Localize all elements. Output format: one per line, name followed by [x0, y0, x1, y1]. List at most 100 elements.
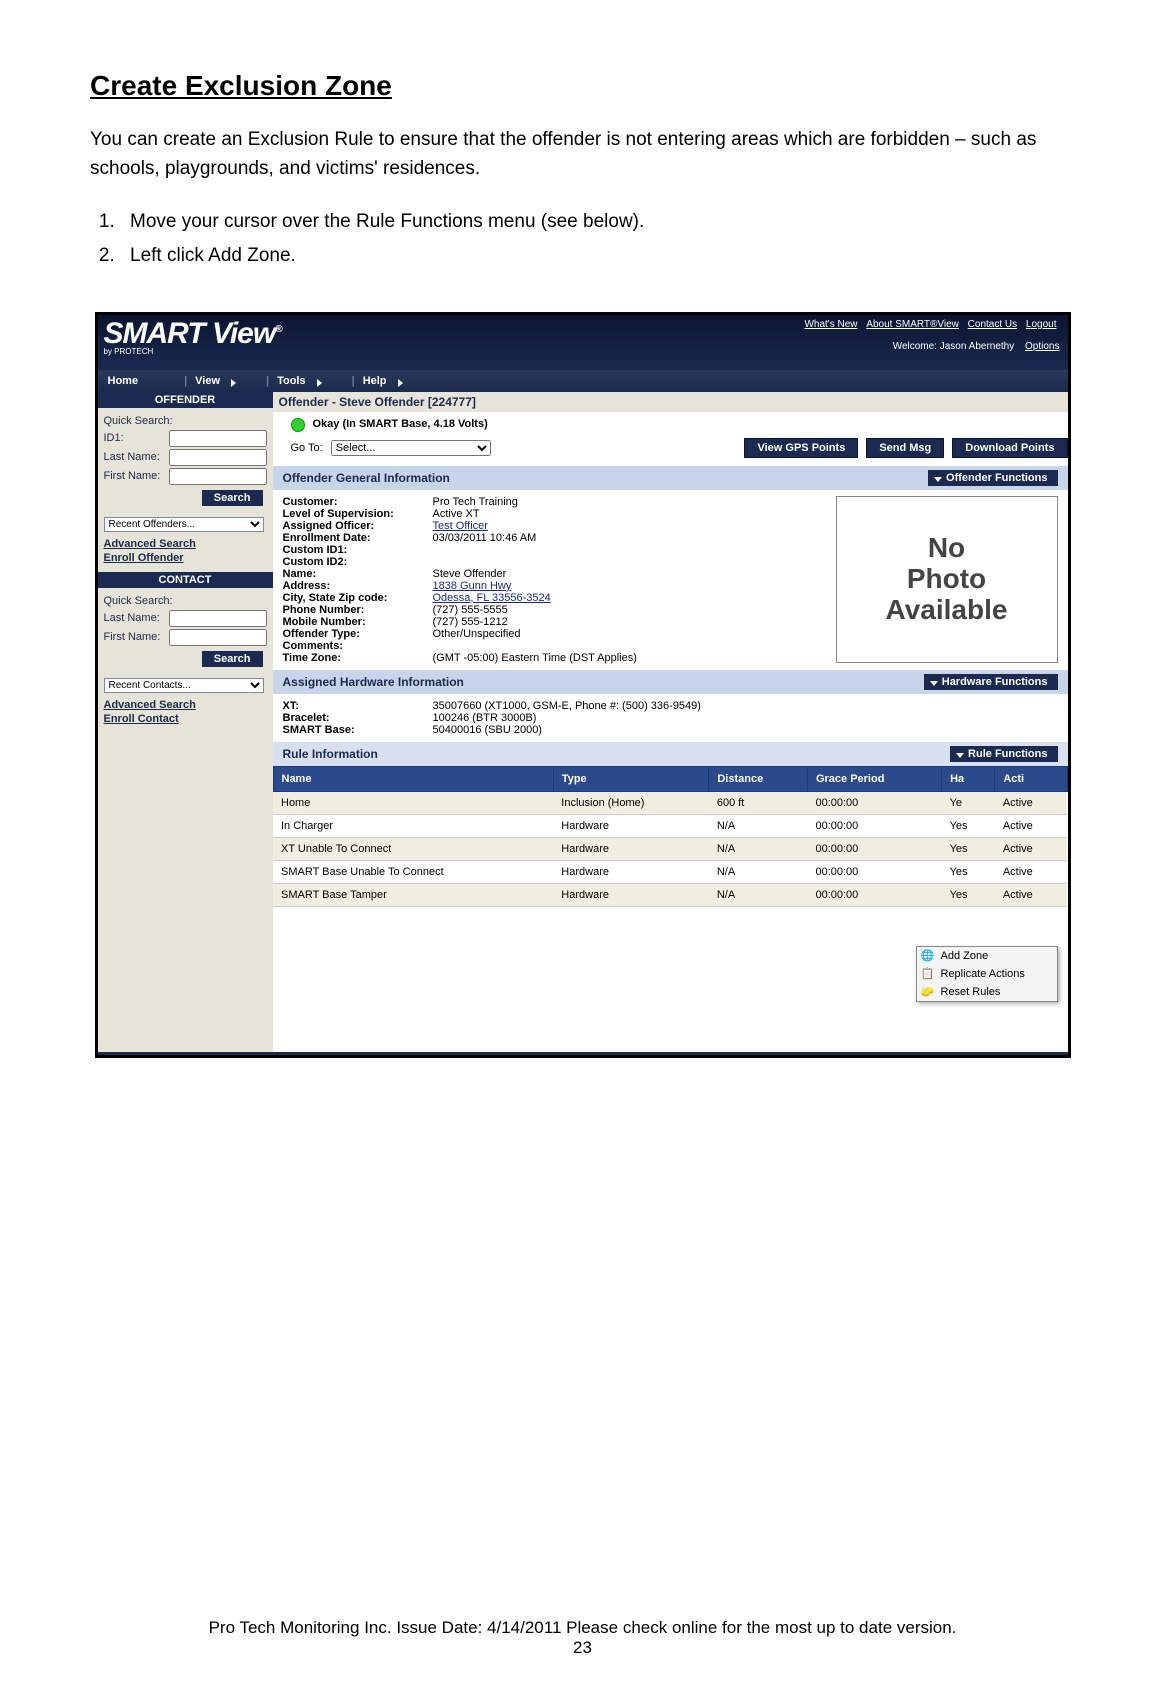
menu-help[interactable]: Help — [363, 375, 403, 387]
info-label: Comments: — [283, 640, 433, 652]
about-link[interactable]: About SMART®View — [866, 319, 959, 330]
step-2: Left click Add Zone. — [120, 241, 1075, 271]
info-link[interactable]: 1838 Gunn Hwy — [433, 580, 512, 592]
hw-row: XT:35007660 (XT1000, GSM-E, Phone #: (50… — [283, 700, 1058, 712]
info-value: Odessa, FL 33556-3524 — [433, 592, 653, 604]
info-label: Offender Type: — [283, 628, 433, 640]
col-type: Type — [553, 766, 709, 791]
goto-select[interactable]: Select... — [331, 440, 491, 456]
menu-reset-rules[interactable]: 🧽Reset Rules — [917, 983, 1057, 1001]
col-name: Name — [273, 766, 553, 791]
info-link[interactable]: Test Officer — [433, 520, 488, 532]
hw-row: SMART Base:50400016 (SBU 2000) — [283, 724, 1058, 736]
info-value — [433, 544, 653, 556]
table-row[interactable]: XT Unable To ConnectHardwareN/A00:00:00Y… — [273, 837, 1067, 860]
id1-input[interactable] — [169, 430, 267, 447]
recent-offenders-select[interactable]: Recent Offenders... — [104, 517, 264, 532]
contact-firstname-input[interactable] — [169, 629, 267, 646]
table-row[interactable]: HomeInclusion (Home)600 ft00:00:00YeActi… — [273, 791, 1067, 814]
col-hard: Ha — [942, 766, 995, 791]
menu-view[interactable]: View — [195, 375, 236, 387]
info-value: Test Officer — [433, 520, 653, 532]
offender-functions-button[interactable]: Offender Functions — [928, 470, 1057, 486]
advanced-search-link[interactable]: Advanced Search — [104, 538, 267, 550]
sidebar-contact-header: CONTACT — [98, 572, 273, 588]
step-1: Move your cursor over the Rule Functions… — [120, 207, 1075, 237]
intro-text: You can create an Exclusion Rule to ensu… — [90, 126, 1075, 183]
sidebar: OFFENDER Quick Search: ID1: Last Name: F… — [98, 392, 273, 1052]
photo-placeholder: No Photo Available — [836, 496, 1058, 663]
section-hardware: Assigned Hardware Information Hardware F… — [273, 670, 1068, 694]
app-logo: SMART View® by PROTECH — [104, 317, 282, 356]
goto-label: Go To: — [291, 442, 323, 454]
screenshot-frame: SMART View® by PROTECH What's New About … — [95, 312, 1071, 1058]
hardware-functions-button[interactable]: Hardware Functions — [924, 674, 1058, 690]
recent-contacts-select[interactable]: Recent Contacts... — [104, 678, 264, 693]
rules-table: Name Type Distance Grace Period Ha Acti … — [273, 766, 1068, 907]
info-label: Assigned Officer: — [283, 520, 433, 532]
main-pane: Offender - Steve Offender [224777] Okay … — [273, 392, 1068, 1052]
info-label: Time Zone: — [283, 652, 433, 664]
table-row[interactable]: SMART Base Unable To ConnectHardwareN/A0… — [273, 860, 1067, 883]
menu-bar: Home| View| Tools| Help — [98, 370, 1068, 392]
info-value: Steve Offender — [433, 568, 653, 580]
col-distance: Distance — [709, 766, 808, 791]
table-row[interactable]: SMART Base TamperHardwareN/A00:00:00YesA… — [273, 883, 1067, 906]
logout-link[interactable]: Logout — [1026, 319, 1057, 330]
info-label: Custom ID1: — [283, 544, 433, 556]
offender-search-button[interactable]: Search — [202, 490, 263, 506]
welcome-text: Welcome: Jason Abernethy Options — [893, 341, 1060, 352]
info-label: Customer: — [283, 496, 433, 508]
menu-add-zone[interactable]: 🌐Add Zone — [917, 947, 1057, 965]
view-gps-button[interactable]: View GPS Points — [744, 438, 858, 458]
info-value: 1838 Gunn Hwy — [433, 580, 653, 592]
info-value: Other/Unspecified — [433, 628, 653, 640]
section-rules: Rule Information Rule Functions — [273, 742, 1068, 766]
page-footer: Pro Tech Monitoring Inc. Issue Date: 4/1… — [90, 1618, 1075, 1658]
steps-list: Move your cursor over the Rule Functions… — [120, 207, 1075, 272]
app-banner: SMART View® by PROTECH What's New About … — [98, 315, 1068, 370]
options-link[interactable]: Options — [1025, 341, 1059, 352]
info-label: Level of Supervision: — [283, 508, 433, 520]
table-row[interactable]: In ChargerHardwareN/A00:00:00YesActive — [273, 814, 1067, 837]
rule-functions-menu: 🌐Add Zone 📋Replicate Actions 🧽Reset Rule… — [916, 946, 1058, 1002]
info-label: City, State Zip code: — [283, 592, 433, 604]
replicate-icon: 📋 — [921, 967, 935, 981]
globe-plus-icon: 🌐 — [921, 949, 935, 963]
info-label: Phone Number: — [283, 604, 433, 616]
info-link[interactable]: Odessa, FL 33556-3524 — [433, 592, 551, 604]
col-grace: Grace Period — [807, 766, 941, 791]
menu-replicate-actions[interactable]: 📋Replicate Actions — [917, 965, 1057, 983]
lastname-input[interactable] — [169, 449, 267, 466]
enroll-offender-link[interactable]: Enroll Offender — [104, 552, 267, 564]
contact-lastname-input[interactable] — [169, 610, 267, 627]
info-label: Address: — [283, 580, 433, 592]
menu-tools[interactable]: Tools — [277, 375, 322, 387]
info-label: Custom ID2: — [283, 556, 433, 568]
breadcrumb: Offender - Steve Offender [224777] — [273, 392, 1068, 412]
info-label: Mobile Number: — [283, 616, 433, 628]
info-value: (GMT -05:00) Eastern Time (DST Applies) — [433, 652, 653, 664]
enroll-contact-link[interactable]: Enroll Contact — [104, 713, 267, 725]
contact-link[interactable]: Contact Us — [968, 319, 1017, 330]
whats-new-link[interactable]: What's New — [804, 319, 857, 330]
page-heading: Create Exclusion Zone — [90, 70, 1075, 102]
info-label: Enrollment Date: — [283, 532, 433, 544]
eraser-icon: 🧽 — [921, 985, 935, 999]
info-value — [433, 556, 653, 568]
info-value: Active XT — [433, 508, 653, 520]
info-value — [433, 640, 653, 652]
info-value: Pro Tech Training — [433, 496, 653, 508]
download-points-button[interactable]: Download Points — [952, 438, 1067, 458]
menu-home[interactable]: Home — [108, 375, 155, 387]
contact-search-button[interactable]: Search — [202, 651, 263, 667]
rule-functions-button[interactable]: Rule Functions — [950, 746, 1057, 762]
quick-search-label: Quick Search: — [104, 415, 267, 427]
col-status: Acti — [995, 766, 1067, 791]
send-msg-button[interactable]: Send Msg — [866, 438, 944, 458]
advanced-search-contact-link[interactable]: Advanced Search — [104, 699, 267, 711]
top-links: What's New About SMART®View Contact Us L… — [801, 319, 1059, 330]
hw-row: Bracelet:100246 (BTR 3000B) — [283, 712, 1058, 724]
firstname-input[interactable] — [169, 468, 267, 485]
status-line: Okay (In SMART Base, 4.18 Volts) — [273, 412, 1068, 436]
